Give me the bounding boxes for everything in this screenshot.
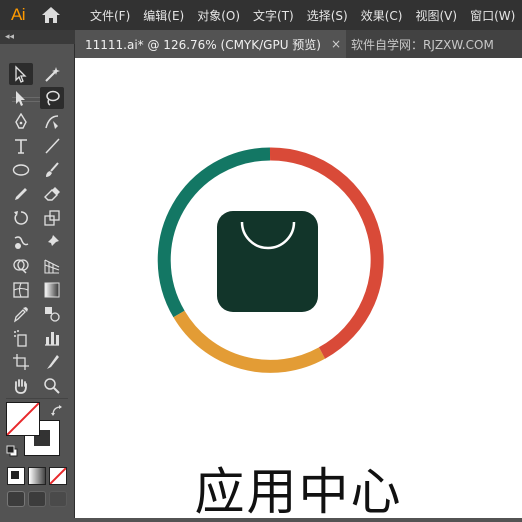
magic-wand-tool[interactable]	[40, 63, 64, 85]
menu-object[interactable]: 对象(O)	[195, 7, 242, 24]
line-segment-icon	[45, 138, 60, 154]
swap-fill-stroke-icon[interactable]	[50, 404, 64, 418]
draw-inside-button[interactable]	[49, 491, 67, 507]
type-icon	[15, 139, 27, 154]
tab-active-document[interactable]: 11111.ai* @ 126.76% (CMYK/GPU 预览) ×	[75, 30, 346, 58]
pen-icon	[15, 113, 27, 129]
lasso-icon	[46, 90, 60, 106]
rotate-icon	[14, 211, 28, 225]
direct-selection-icon	[16, 91, 25, 106]
warp-tool[interactable]	[9, 231, 33, 253]
eyedropper-tool[interactable]	[9, 303, 33, 325]
curvature-pen-icon	[45, 115, 59, 129]
curvature-tool[interactable]	[40, 111, 64, 133]
home-icon[interactable]	[41, 6, 61, 24]
ellipse-tool[interactable]	[9, 159, 33, 181]
artwork-caption: 应用中心	[194, 463, 403, 521]
hand-icon	[14, 379, 27, 394]
warp-icon	[14, 236, 29, 249]
tools-panel-header: ◂◂	[0, 30, 75, 44]
gradient-icon	[44, 282, 60, 298]
slice-tool[interactable]	[40, 351, 64, 373]
pencil-tool[interactable]	[9, 183, 33, 205]
close-tab-icon[interactable]: ×	[331, 37, 341, 51]
paintbrush-icon	[46, 162, 59, 177]
draw-behind-button[interactable]	[28, 491, 46, 507]
draw-normal-button[interactable]	[7, 491, 25, 507]
column-graph-icon	[45, 332, 59, 346]
rotate-tool[interactable]	[9, 207, 33, 229]
magic-wand-icon	[45, 67, 60, 82]
illustrator-logo: Ai	[10, 5, 26, 24]
menu-window[interactable]: 窗口(W)	[468, 7, 517, 24]
selection-arrow-icon	[15, 65, 27, 83]
no-fill-slash-icon	[7, 403, 39, 435]
mesh-tool[interactable]	[9, 279, 33, 301]
line-segment-tool[interactable]	[40, 135, 64, 157]
mesh-icon	[13, 282, 29, 298]
pen-tool[interactable]	[9, 111, 33, 133]
zoom-magnifier-icon	[44, 378, 60, 394]
none-mode-button[interactable]	[49, 467, 67, 485]
zoom-tool[interactable]	[40, 375, 64, 397]
color-mode-inner	[11, 471, 19, 479]
puppet-warp-tool[interactable]	[40, 231, 64, 253]
blend-tool[interactable]	[40, 303, 64, 325]
scale-tool[interactable]	[40, 207, 64, 229]
ring-segment-orange	[173, 310, 326, 373]
lasso-tool[interactable]	[40, 87, 64, 109]
eyedropper-icon	[13, 307, 28, 323]
menu-type[interactable]: 文字(T)	[251, 7, 296, 24]
pin-icon	[46, 235, 59, 248]
blend-icon	[45, 307, 60, 322]
type-tool[interactable]	[9, 135, 33, 157]
menu-bar: Ai 文件(F) 编辑(E) 对象(O) 文字(T) 选择(S) 效果(C) 视…	[0, 0, 522, 30]
default-colors-icon[interactable]	[6, 445, 18, 457]
symbol-sprayer-tool[interactable]	[9, 327, 33, 349]
eraser-tool[interactable]	[40, 183, 64, 205]
selection-tool[interactable]	[9, 63, 33, 85]
fill-color-swatch[interactable]	[6, 402, 40, 436]
eraser-icon	[44, 187, 60, 201]
artboard-icon	[13, 354, 29, 370]
pencil-icon	[15, 188, 27, 200]
slice-knife-icon	[47, 355, 59, 369]
scale-icon	[44, 210, 60, 226]
tab-title: 软件自学网：RJZXW.COM	[351, 37, 494, 52]
tab-inactive-document[interactable]: 软件自学网：RJZXW.COM	[351, 30, 494, 58]
menu-file[interactable]: 文件(F)	[88, 7, 132, 24]
gradient-tool[interactable]	[40, 279, 64, 301]
tab-title: 11111.ai* @ 126.76% (CMYK/GPU 预览)	[85, 37, 321, 52]
menu-edit[interactable]: 编辑(E)	[141, 7, 186, 24]
artboard-tool[interactable]	[9, 351, 33, 373]
menu-view[interactable]: 视图(V)	[413, 7, 459, 24]
symbol-sprayer-icon	[14, 330, 27, 347]
collapse-panel-icon[interactable]: ◂◂	[5, 30, 14, 44]
shopping-bag-icon	[217, 211, 318, 312]
column-graph-tool[interactable]	[40, 327, 64, 349]
paintbrush-tool[interactable]	[40, 159, 64, 181]
menu-select[interactable]: 选择(S)	[305, 7, 350, 24]
menu-effect[interactable]: 效果(C)	[359, 7, 405, 24]
direct-selection-tool[interactable]	[9, 87, 33, 109]
artboard-canvas[interactable]: 应用中心	[75, 58, 522, 521]
perspective-grid-tool[interactable]	[40, 255, 64, 277]
hand-tool[interactable]	[9, 375, 33, 397]
menu-items: 文件(F) 编辑(E) 对象(O) 文字(T) 选择(S) 效果(C) 视图(V…	[88, 0, 522, 30]
shape-builder-icon	[13, 259, 29, 274]
gradient-mode-button[interactable]	[28, 467, 46, 485]
color-mode-button[interactable]	[7, 467, 25, 485]
ellipse-icon	[12, 164, 30, 176]
perspective-grid-icon	[44, 259, 60, 274]
shape-builder-tool[interactable]	[9, 255, 33, 277]
none-slash-icon	[49, 467, 67, 485]
app-center-logo	[157, 147, 384, 373]
tools-divider	[6, 398, 68, 399]
document-tab-bar: 11111.ai* @ 126.76% (CMYK/GPU 预览) × 软件自学…	[75, 30, 522, 58]
